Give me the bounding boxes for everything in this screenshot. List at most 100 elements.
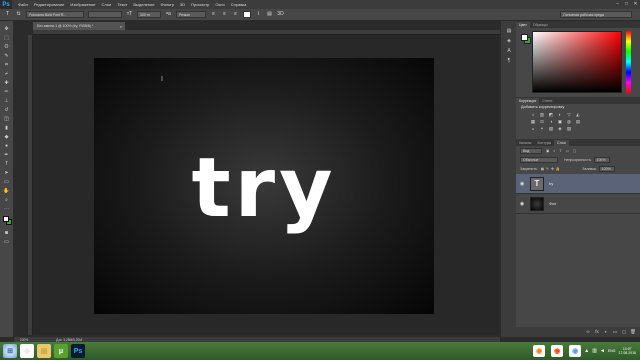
align-left-icon[interactable]: ≡ <box>210 11 217 18</box>
close-window-button[interactable]: ✕ <box>631 0 640 9</box>
tab-layers[interactable]: Слои <box>554 140 569 146</box>
opacity-input[interactable]: 100% <box>593 157 610 163</box>
text-color-swatch[interactable] <box>243 11 251 18</box>
tray-arrow-icon[interactable]: ▲ <box>584 348 589 354</box>
filter-adjustment-icon[interactable]: ◐ <box>553 149 555 153</box>
pen-tool-icon[interactable]: ✒ <box>2 151 11 159</box>
lock-position-icon[interactable]: ✥ <box>551 167 554 171</box>
layer-kind-filter[interactable]: Вид <box>520 148 542 154</box>
tray-browser-icon[interactable]: ◉ <box>551 345 564 357</box>
layer-row-try[interactable]: ◉ T try <box>516 174 640 194</box>
threshold-icon[interactable]: ◓ <box>539 126 545 132</box>
minimize-button[interactable]: – <box>613 0 622 9</box>
brush-tool-icon[interactable]: ✏ <box>2 88 11 96</box>
blur-tool-icon[interactable]: ◆ <box>2 133 11 141</box>
visibility-eye-icon[interactable]: ◉ <box>516 201 528 207</box>
align-right-icon[interactable]: ≡ <box>232 11 239 18</box>
menu-layers[interactable]: Слои <box>102 2 112 7</box>
lock-pixels-icon[interactable]: ✎ <box>546 167 549 171</box>
layer-row-background[interactable]: ◉ Фон <box>516 194 640 214</box>
workspace-select[interactable]: Основная рабочая среда <box>560 11 632 18</box>
selective-color-icon[interactable]: ◈ <box>557 126 563 132</box>
menu-filter[interactable]: Фильтр <box>161 2 174 7</box>
menu-window[interactable]: Окно <box>215 2 224 7</box>
vibrance-icon[interactable]: ▽ <box>566 112 572 118</box>
eraser-tool-icon[interactable]: ◫ <box>2 115 11 123</box>
close-tab-icon[interactable]: × <box>120 24 122 29</box>
lock-transparency-icon[interactable]: ▦ <box>541 167 544 171</box>
warp-text-icon[interactable]: ⌇ <box>255 11 262 18</box>
filter-type-icon[interactable]: T <box>559 149 561 153</box>
shape-tool-icon[interactable]: ▭ <box>2 178 11 186</box>
orientation-toggle-icon[interactable]: ⇅ <box>15 11 22 18</box>
menu-3d[interactable]: 3D <box>180 2 185 7</box>
color-lookup-icon[interactable]: ◍ <box>566 119 572 125</box>
document-canvas[interactable]: try <box>94 58 434 314</box>
tab-paths[interactable]: Контуры <box>534 140 554 146</box>
clock[interactable]: 13:07 17.08.2016 <box>618 347 636 356</box>
menu-file[interactable]: Файл <box>18 2 28 7</box>
history-brush-tool-icon[interactable]: ↺ <box>2 106 11 114</box>
curves-icon[interactable]: ◩ <box>548 112 554 118</box>
start-button[interactable]: ⊞ <box>3 344 17 358</box>
tab-channels[interactable]: Каналы <box>516 140 534 146</box>
network-icon[interactable]: ▥ <box>592 348 597 354</box>
visibility-eye-icon[interactable]: ◉ <box>516 181 528 187</box>
tab-color[interactable]: Цвет <box>516 22 530 28</box>
filter-shape-icon[interactable]: ▭ <box>566 149 569 153</box>
font-size-select[interactable]: 300 пт <box>137 11 161 18</box>
clone-stamp-tool-icon[interactable]: ⊥ <box>2 97 11 105</box>
taskbar-utorrent-icon[interactable]: μ <box>54 344 68 358</box>
crop-tool-icon[interactable]: ⌗ <box>2 61 11 69</box>
menu-help[interactable]: Справка <box>231 2 247 7</box>
dodge-tool-icon[interactable]: ● <box>2 142 11 150</box>
healing-brush-tool-icon[interactable]: ✚ <box>2 79 11 87</box>
brightness-icon[interactable]: ☼ <box>530 112 536 118</box>
hue-slider[interactable] <box>626 31 631 93</box>
align-center-icon[interactable]: ≡ <box>221 11 228 18</box>
text-tool-preset-icon[interactable]: T <box>4 11 11 18</box>
exposure-icon[interactable]: ◐ <box>557 112 563 118</box>
quick-select-tool-icon[interactable]: ✎ <box>2 52 11 60</box>
type-tool-icon[interactable]: T <box>2 160 11 168</box>
link-layers-icon[interactable]: ∞ <box>585 329 591 335</box>
blend-mode-select[interactable]: Обычные <box>520 157 558 163</box>
3d-icon[interactable]: 3D <box>277 11 284 18</box>
tray-app-icon[interactable]: ◉ <box>569 345 582 357</box>
menu-select[interactable]: Выделение <box>133 2 154 7</box>
layer-name[interactable]: Фон <box>549 202 556 206</box>
menu-edit[interactable]: Редактирование <box>34 2 64 7</box>
screen-mode-icon[interactable]: ▭ <box>2 238 11 246</box>
quick-mask-icon[interactable]: ◙ <box>2 229 11 237</box>
color-picker-field[interactable] <box>532 31 622 93</box>
zoom-level[interactable]: 100% <box>20 338 28 342</box>
new-layer-icon[interactable]: ▢ <box>621 329 627 335</box>
font-style-select[interactable] <box>88 11 122 18</box>
antialias-select[interactable]: Резкое <box>176 11 206 18</box>
lasso-tool-icon[interactable]: ʘ <box>2 43 11 51</box>
language-indicator[interactable]: ENG <box>608 349 616 353</box>
properties-panel-icon[interactable]: ◈ <box>505 37 513 45</box>
taskbar-browser-icon[interactable]: ◉ <box>20 344 34 358</box>
filter-pixel-icon[interactable]: ▣ <box>546 149 549 153</box>
photo-filter-icon[interactable]: ◑ <box>548 119 554 125</box>
menu-view[interactable]: Просмотр <box>191 2 209 7</box>
taskbar-explorer-icon[interactable]: ▤ <box>37 344 51 358</box>
hand-tool-icon[interactable]: ✋ <box>2 187 11 195</box>
panel-foreground-swatch[interactable] <box>521 34 528 41</box>
volume-icon[interactable]: ◄ <box>600 348 605 354</box>
levels-icon[interactable]: ▥ <box>539 112 545 118</box>
tab-styles[interactable]: Стили <box>539 98 555 104</box>
menu-type[interactable]: Текст <box>117 2 127 7</box>
character-panel-icon[interactable]: A <box>505 47 513 55</box>
layer-name[interactable]: try <box>549 182 553 186</box>
history-panel-icon[interactable]: ▤ <box>505 27 513 35</box>
fill-input[interactable]: 100% <box>598 166 615 172</box>
delete-layer-icon[interactable]: 🗑 <box>630 329 636 335</box>
path-select-tool-icon[interactable]: ➤ <box>2 169 11 177</box>
zoom-tool-icon[interactable]: ⌕ <box>2 196 11 204</box>
eyedropper-tool-icon[interactable]: ⌿ <box>2 70 11 78</box>
adjustment-layer-icon[interactable]: ◐ <box>603 329 609 335</box>
maximize-button[interactable]: □ <box>622 0 631 9</box>
paragraph-panel-icon[interactable]: ¶ <box>505 57 513 65</box>
